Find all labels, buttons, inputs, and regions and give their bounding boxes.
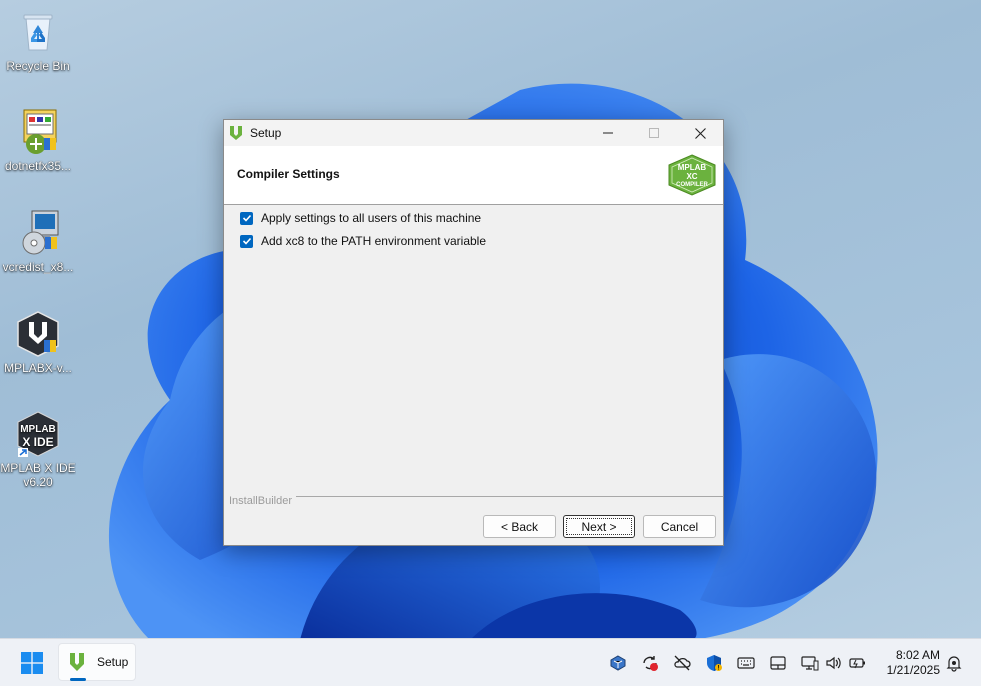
installbuilder-separator: InstallBuilder bbox=[229, 495, 723, 508]
start-button[interactable] bbox=[21, 652, 43, 674]
minimize-icon bbox=[603, 132, 613, 134]
windows-logo-icon bbox=[21, 652, 43, 674]
minimize-button[interactable] bbox=[585, 120, 631, 146]
maximize-icon bbox=[649, 128, 659, 138]
active-indicator bbox=[70, 678, 86, 681]
setup-app-icon bbox=[228, 125, 244, 141]
recycle-bin-icon bbox=[14, 8, 62, 56]
system-clock[interactable]: 8:02 AM 1/21/2025 bbox=[880, 648, 940, 678]
page-title: Compiler Settings bbox=[237, 167, 340, 181]
close-icon bbox=[694, 127, 706, 139]
title-bar[interactable]: Setup bbox=[224, 120, 723, 146]
installer-icon bbox=[14, 108, 62, 156]
window-title: Setup bbox=[250, 126, 282, 140]
desktop-icon-label: MPLABX-v... bbox=[4, 361, 72, 375]
setup-dialog: Setup Compiler Settings MPLAB XC COMPILE… bbox=[223, 119, 724, 546]
desktop-icon-label: dotnetfx35... bbox=[4, 159, 72, 173]
svg-text:X IDE: X IDE bbox=[22, 435, 53, 449]
checkmark-icon bbox=[242, 237, 251, 245]
security-shield-icon[interactable]: ! bbox=[705, 654, 723, 672]
option-label: Apply settings to all users of this mach… bbox=[261, 211, 482, 225]
option-add-to-path[interactable]: Add xc8 to the PATH environment variable bbox=[240, 234, 486, 248]
mplab-setup-icon bbox=[14, 310, 62, 358]
checkbox-add-to-path[interactable] bbox=[240, 234, 253, 248]
touchpad-icon[interactable] bbox=[769, 654, 787, 672]
taskbar-app-setup[interactable]: Setup bbox=[58, 643, 136, 681]
option-apply-all-users[interactable]: Apply settings to all users of this mach… bbox=[240, 211, 481, 225]
desktop-icon-mplab-ide[interactable]: MPLAB X IDE MPLAB X IDE v6.20 bbox=[0, 410, 76, 489]
cancel-button[interactable]: Cancel bbox=[643, 515, 716, 538]
options-panel: Apply settings to all users of this mach… bbox=[224, 205, 723, 495]
notification-bell-icon[interactable] bbox=[945, 654, 963, 672]
installbuilder-label: InstallBuilder bbox=[229, 495, 296, 507]
svg-text:XC: XC bbox=[686, 172, 697, 181]
battery-icon[interactable] bbox=[849, 654, 867, 672]
volume-icon[interactable] bbox=[825, 654, 843, 672]
desktop-icon-label: MPLAB X IDE bbox=[0, 461, 76, 475]
taskbar-app-label: Setup bbox=[97, 655, 129, 669]
back-button[interactable]: < Back bbox=[483, 515, 556, 538]
svg-text:!: ! bbox=[718, 666, 720, 672]
clock-date: 1/21/2025 bbox=[886, 663, 940, 677]
desktop-icon-label-version: v6.20 bbox=[23, 475, 53, 489]
option-label: Add xc8 to the PATH environment variable bbox=[261, 234, 486, 248]
desktop-icon-recycle-bin[interactable]: Recycle Bin bbox=[0, 8, 76, 73]
desktop-icon-mplabx-setup[interactable]: MPLABX-v... bbox=[0, 310, 76, 375]
page-header: Compiler Settings MPLAB XC COMPILER bbox=[224, 146, 723, 205]
sync-alert-icon[interactable] bbox=[641, 654, 659, 672]
virtualbox-icon[interactable] bbox=[609, 654, 627, 672]
close-button[interactable] bbox=[677, 120, 723, 146]
focus-rectangle bbox=[566, 518, 632, 535]
installer-disc-icon bbox=[14, 209, 62, 257]
checkbox-apply-all-users[interactable] bbox=[240, 211, 253, 225]
taskbar: Setup ! 8:02 AM 1/21/2025 bbox=[0, 638, 981, 686]
cloud-offline-icon[interactable] bbox=[673, 654, 691, 672]
checkmark-icon bbox=[242, 214, 251, 222]
mplab-ide-icon: MPLAB X IDE bbox=[14, 410, 62, 458]
desktop-icon-label: Recycle Bin bbox=[6, 59, 70, 73]
keyboard-icon[interactable] bbox=[737, 654, 755, 672]
separator-line bbox=[229, 496, 723, 497]
desktop-icon-dotnetfx[interactable]: dotnetfx35... bbox=[0, 108, 76, 173]
mplab-xc-compiler-logo: MPLAB XC COMPILER bbox=[667, 154, 717, 196]
desktop-icon-label: vcredist_x8... bbox=[2, 260, 74, 274]
network-icon[interactable] bbox=[801, 654, 819, 672]
clock-time: 8:02 AM bbox=[895, 648, 940, 662]
maximize-button[interactable] bbox=[631, 120, 677, 146]
desktop-icon-vcredist[interactable]: vcredist_x8... bbox=[0, 209, 76, 274]
svg-text:COMPILER: COMPILER bbox=[676, 182, 708, 188]
svg-text:MPLAB: MPLAB bbox=[678, 163, 707, 172]
setup-app-icon bbox=[67, 652, 87, 672]
next-button[interactable]: Next > bbox=[563, 515, 635, 538]
svg-text:MPLAB: MPLAB bbox=[20, 424, 56, 435]
